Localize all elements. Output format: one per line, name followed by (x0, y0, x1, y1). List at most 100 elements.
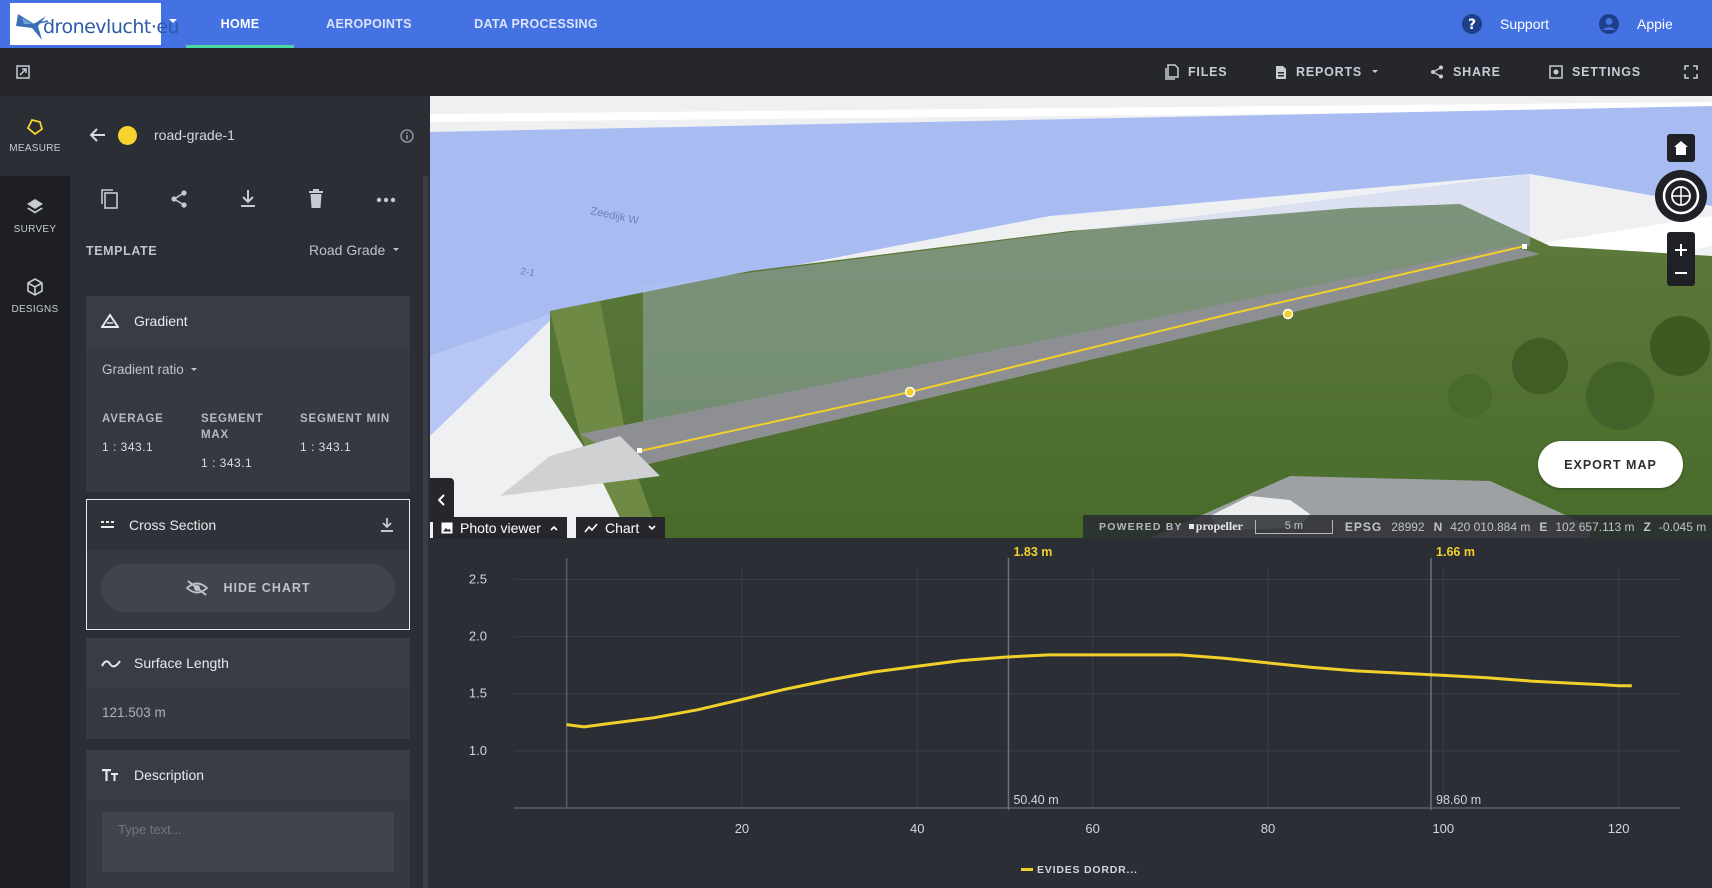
easting-label: E (1539, 519, 1548, 534)
export-map-button[interactable]: EXPORT MAP (1538, 441, 1683, 488)
chevron-up-icon (550, 525, 558, 531)
tab-data-processing[interactable]: DATA PROCESSING (474, 0, 598, 48)
settings-button[interactable]: SETTINGS (1549, 48, 1641, 96)
cross-section-chart-panel: 1.0 1.5 2.0 2.5 20 40 60 80 100 120 1.83 m 50.40 m 1… (430, 538, 1712, 888)
zoom-controls (1667, 232, 1695, 286)
description-body (86, 800, 410, 888)
compass-button[interactable] (1655, 170, 1707, 222)
gradient-card-header: Gradient (86, 296, 410, 346)
legend-label: EVIDES DORDR... (1037, 864, 1138, 876)
cross-section-body: HIDE CHART (87, 550, 408, 628)
propeller-name: propeller (1195, 519, 1243, 533)
chevron-down-icon (190, 367, 197, 371)
northing-value: 420 010.884 m (1450, 519, 1531, 534)
support-label: Support (1500, 16, 1550, 32)
left-navigation-rail: MEASURE SURVEY DESIGNS (0, 96, 70, 888)
chevron-down-icon[interactable] (168, 17, 178, 25)
more-options-icon[interactable] (376, 197, 396, 203)
rail-item-measure[interactable]: MEASURE (0, 96, 70, 176)
measurement-color-dot[interactable] (118, 126, 137, 145)
visibility-off-icon (186, 580, 209, 596)
epsg-value: 28992 (1391, 519, 1425, 534)
company-logo[interactable]: dronevlucht·eu (10, 3, 180, 45)
home-view-button[interactable] (1667, 134, 1695, 162)
tab-home[interactable]: HOME (186, 0, 294, 48)
zoom-out-icon[interactable] (1674, 271, 1688, 275)
surface-length-value: 121.503 m (102, 705, 166, 720)
measurement-name[interactable]: road-grade-1 (154, 127, 235, 143)
chevron-down-icon (648, 525, 656, 531)
propeller-logo: propeller (1188, 519, 1243, 534)
gradient-mode-select[interactable]: Gradient ratio (102, 362, 199, 377)
x-tick-label: 100 (1432, 821, 1454, 836)
rail-item-designs[interactable]: DESIGNS (0, 256, 70, 336)
cross-section-card[interactable]: Cross Section HIDE CHART (86, 499, 410, 630)
template-select[interactable]: Road Grade (309, 242, 401, 258)
scale-bar: 5 m (1254, 519, 1333, 534)
user-menu[interactable]: Appie (1598, 12, 1673, 36)
logo-text: dronevlucht·eu (43, 16, 180, 38)
download-icon[interactable] (380, 517, 394, 533)
zoom-in-icon[interactable] (1674, 243, 1688, 257)
share-icon[interactable] (169, 189, 189, 209)
surface-length-header: Surface Length (86, 638, 410, 688)
x-tick-label: 60 (1085, 821, 1099, 836)
easting-value: 102 657.113 m (1555, 519, 1635, 534)
chevron-down-icon (1372, 70, 1379, 73)
wave-icon (101, 660, 121, 668)
description-title: Description (134, 767, 205, 783)
y-tick-label: 2.0 (469, 629, 487, 644)
measurement-panel: road-grade-1 TEMPLATE Road Grade Gradien… (70, 96, 426, 888)
info-icon[interactable] (400, 129, 414, 143)
y-tick-label: 2.5 (469, 571, 487, 586)
tab-data-processing-label: DATA PROCESSING (474, 17, 598, 31)
description-input[interactable] (102, 812, 394, 872)
download-icon[interactable] (239, 189, 257, 209)
tab-aeropoints[interactable]: AEROPOINTS (318, 0, 420, 48)
chart-tab[interactable]: Chart (576, 517, 666, 539)
fullscreen-icon[interactable] (1684, 65, 1698, 79)
cursor-marker-elevation: 1.83 m (1013, 545, 1052, 559)
tab-home-label: HOME (220, 17, 260, 31)
hide-chart-button[interactable]: HIDE CHART (101, 564, 395, 612)
back-arrow-icon[interactable] (88, 127, 106, 143)
report-icon (1276, 65, 1286, 79)
rail-label-designs: DESIGNS (11, 303, 59, 315)
reports-button[interactable]: REPORTS (1275, 48, 1380, 96)
copy-icon[interactable] (99, 188, 119, 210)
x-tick-label: 120 (1608, 821, 1630, 836)
gradient-card: Gradient Gradient ratio AVERAGE 1 : 343.… (86, 296, 410, 492)
x-tick-label: 40 (910, 821, 924, 836)
reports-label: REPORTS (1296, 65, 1363, 79)
propeller-mark-icon (1188, 524, 1194, 529)
description-header: Description (86, 750, 410, 800)
tab-aeropoints-label: AEROPOINTS (326, 17, 412, 31)
collapse-panel-tab[interactable] (430, 478, 454, 522)
elevation-value: -0.045 m (1658, 519, 1707, 534)
photo-viewer-tab[interactable]: Photo viewer (433, 517, 567, 539)
support-link[interactable]: ? Support (1461, 12, 1549, 36)
map-scene: Zeedijk W 2-1 (430, 96, 1712, 538)
rail-item-survey[interactable]: SURVEY (0, 176, 70, 256)
rail-label-measure: MEASURE (9, 142, 61, 154)
cross-section-chart[interactable]: 1.0 1.5 2.0 2.5 20 40 60 80 100 120 1.83 m 50.40 m 1… (430, 538, 1712, 888)
trash-icon[interactable] (308, 189, 324, 209)
rail-label-survey: SURVEY (13, 223, 57, 235)
cross-section-title: Cross Section (129, 517, 217, 533)
compass-icon (1662, 177, 1700, 215)
expand-panel-icon[interactable] (16, 65, 30, 79)
gradient-mode-value: Gradient ratio (102, 362, 184, 377)
surface-length-card: Surface Length 121.503 m (86, 638, 410, 739)
chart-tab-label: Chart (605, 520, 640, 536)
map-coordinate-bar: POWERED BY propeller 5 m EPSG 28992 N 42… (1083, 515, 1712, 538)
panel-scrollbar[interactable] (423, 176, 428, 888)
share-icon (1431, 65, 1443, 79)
3d-map-view[interactable]: Zeedijk W 2-1 (430, 96, 1712, 538)
share-button[interactable]: SHARE (1430, 48, 1501, 96)
image-icon (441, 522, 453, 534)
template-label: TEMPLATE (86, 244, 158, 258)
cross-section-icon (101, 521, 114, 528)
files-button[interactable]: FILES (1165, 48, 1227, 96)
description-card: Description (86, 750, 410, 888)
settings-label: SETTINGS (1572, 65, 1641, 79)
